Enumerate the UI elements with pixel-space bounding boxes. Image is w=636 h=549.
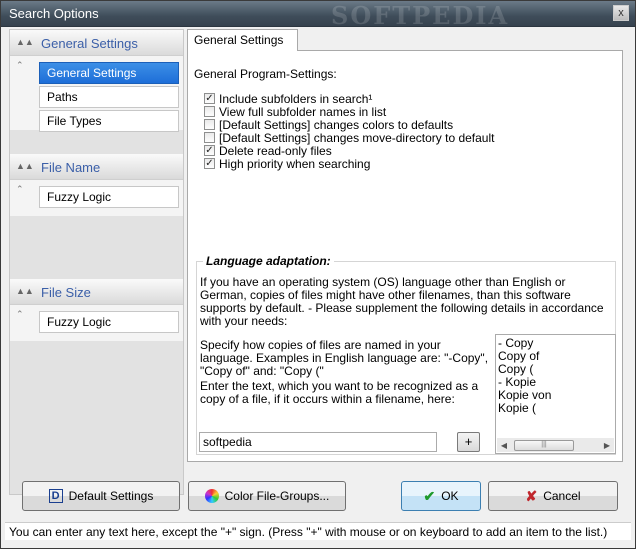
option-delete-read-only[interactable]: ✓ Delete read-only files [204,144,332,158]
chevron-up-icon: ⌃ [16,309,24,319]
section-body-file-name: ⌃ Fuzzy Logic [10,180,183,216]
default-settings-button[interactable]: D Default Settings [22,481,180,511]
scroll-right-icon[interactable]: ▶ [600,439,614,452]
option-full-subfolder-names[interactable]: View full subfolder names in list [204,105,386,119]
option-high-priority[interactable]: ✓ High priority when searching [204,157,370,171]
section-file-size[interactable]: ▲▲ File Size [10,279,183,305]
scroll-thumb[interactable]: ||| [514,439,574,451]
window-title: Search Options [9,6,99,21]
cancel-button[interactable]: ✘ Cancel [488,481,618,511]
section-body-general: ⌃ General Settings Paths File Types [10,56,183,132]
general-settings-panel: General Program-Settings: ✓ Include subf… [187,50,623,462]
section-label: General Settings [41,36,138,51]
copy-names-list[interactable]: - Copy Copy of Copy ( - Kopie Kopie von … [495,334,616,454]
enter-text-instructions: Enter the text, which you want to be rec… [200,379,479,406]
sidebar-item-file-types[interactable]: File Types [39,110,179,132]
settings-sidebar: ▲▲ General Settings ⌃ General Settings P… [9,29,184,495]
color-wheel-icon [204,489,219,503]
section-general-settings[interactable]: ▲▲ General Settings [10,30,183,56]
collapse-icon: ▲▲ [16,286,34,296]
scroll-left-icon[interactable]: ◀ [497,439,511,452]
color-file-groups-button[interactable]: Color File-Groups... [188,481,346,511]
softpedia-watermark: SOFTPEDIA [331,1,510,30]
option-default-move-directory[interactable]: [Default Settings] changes move-director… [204,131,494,145]
checkbox[interactable]: ✓ [204,93,215,104]
add-item-button[interactable]: + [457,432,480,452]
collapse-icon: ▲▲ [16,161,34,171]
copy-text-input[interactable] [199,432,437,452]
list-item[interactable]: Kopie ( [498,402,613,415]
option-default-colors[interactable]: [Default Settings] changes colors to def… [204,118,453,132]
sidebar-item-file-size-fuzzy-logic[interactable]: Fuzzy Logic [39,311,179,333]
copy-naming-instructions: Specify how copies of files are named in… [200,338,489,378]
default-settings-icon: D [48,489,63,503]
sidebar-item-general-settings[interactable]: General Settings [39,62,179,84]
ok-button[interactable]: ✔ OK [401,481,481,511]
checkbox[interactable]: ✓ [204,158,215,169]
checkbox[interactable] [204,119,215,130]
status-bar: You can enter any text here, except the … [5,522,631,540]
checkbox[interactable]: ✓ [204,145,215,156]
tab-general-settings[interactable]: General Settings [187,29,298,51]
language-adaptation-title: Language adaptation: [203,254,334,268]
checkmark-icon: ✔ [423,487,436,504]
collapse-icon: ▲▲ [16,37,34,47]
sidebar-item-file-name-fuzzy-logic[interactable]: Fuzzy Logic [39,186,179,208]
language-adaptation-group: Language adaptation: If you have an oper… [196,254,616,455]
chevron-up-icon: ⌃ [16,184,24,194]
sidebar-item-paths[interactable]: Paths [39,86,179,108]
checkbox[interactable] [204,106,215,117]
close-button[interactable]: x [613,5,629,21]
dialog-client: ▲▲ General Settings ⌃ General Settings P… [5,28,631,542]
program-settings-heading: General Program-Settings: [194,67,337,81]
option-include-subfolders[interactable]: ✓ Include subfolders in search¹ [204,92,372,106]
section-label: File Size [41,285,91,300]
title-bar[interactable]: Search Options SOFTPEDIA x [1,1,635,30]
section-file-name[interactable]: ▲▲ File Name [10,154,183,180]
checkbox[interactable] [204,132,215,143]
language-description: If you have an operating system (OS) lan… [200,275,604,328]
chevron-up-icon: ⌃ [16,60,24,70]
horizontal-scrollbar[interactable]: ◀ ||| ▶ [497,438,614,452]
section-body-file-size: ⌃ Fuzzy Logic [10,305,183,341]
section-label: File Name [41,160,101,175]
cancel-x-icon: ✘ [525,487,538,504]
search-options-window: Search Options SOFTPEDIA x ▲▲ General Se… [0,0,636,549]
